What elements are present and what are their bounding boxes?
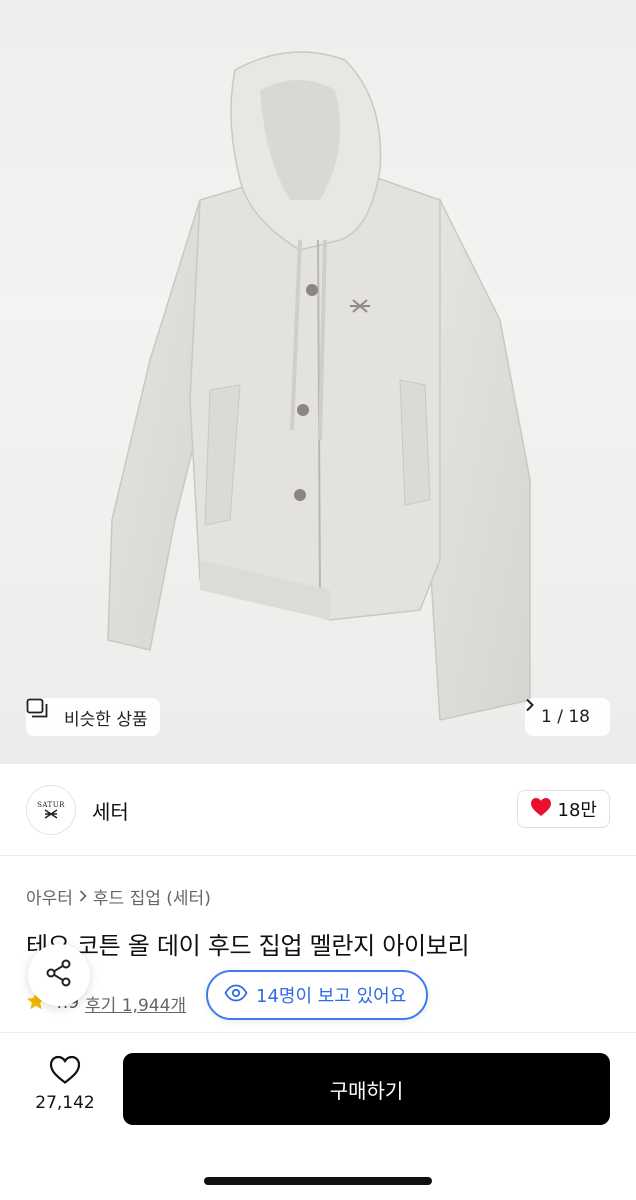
share-icon xyxy=(44,958,74,992)
product-image[interactable]: 비슷한 상품 1 / 18 xyxy=(0,0,636,764)
wishlist-button[interactable]: 27,142 xyxy=(26,1055,104,1113)
similar-products-button[interactable]: 비슷한 상품 xyxy=(26,698,160,736)
product-title: 테오 코튼 올 데이 후드 집업 멜란지 아이보리 xyxy=(26,932,470,960)
brand-logo[interactable]: SATUR xyxy=(26,785,76,835)
home-indicator xyxy=(204,1177,432,1185)
breadcrumb-category[interactable]: 아우터 xyxy=(26,884,73,909)
bottom-action-bar: 27,142 구매하기 xyxy=(0,1032,636,1200)
brand-row: SATUR 세터 18만 xyxy=(0,764,636,856)
breadcrumb: 아우터 후드 집업 (세터) xyxy=(26,884,211,909)
brand-name[interactable]: 세터 xyxy=(92,796,129,825)
viewers-badge: 14명이 보고 있어요 xyxy=(206,970,429,1020)
brand-logo-text: SATUR xyxy=(37,801,65,809)
heart-filled-icon xyxy=(530,797,552,822)
breadcrumb-subcategory[interactable]: 후드 집업 (세터) xyxy=(93,884,211,909)
hoodie-illustration xyxy=(107,51,531,721)
chevron-right-icon xyxy=(79,887,87,907)
brand-like-count: 18만 xyxy=(557,800,597,821)
eye-icon xyxy=(224,984,248,1007)
heart-outline-icon xyxy=(49,1055,81,1089)
wishlist-count: 27,142 xyxy=(35,1093,95,1113)
brand-emblem-icon xyxy=(44,809,58,819)
viewers-text: 14명이 보고 있어요 xyxy=(256,986,407,1007)
similar-label: 비슷한 상품 xyxy=(64,709,148,730)
reviews-link[interactable]: 후기 1,944개 xyxy=(85,991,186,1016)
image-pager[interactable]: 1 / 18 xyxy=(525,698,610,736)
share-button[interactable] xyxy=(28,944,90,1006)
similar-icon xyxy=(26,698,58,727)
page-counter: 1 / 18 xyxy=(541,707,590,727)
brand-like-button[interactable]: 18만 xyxy=(516,790,610,828)
buy-button[interactable]: 구매하기 xyxy=(123,1053,610,1125)
